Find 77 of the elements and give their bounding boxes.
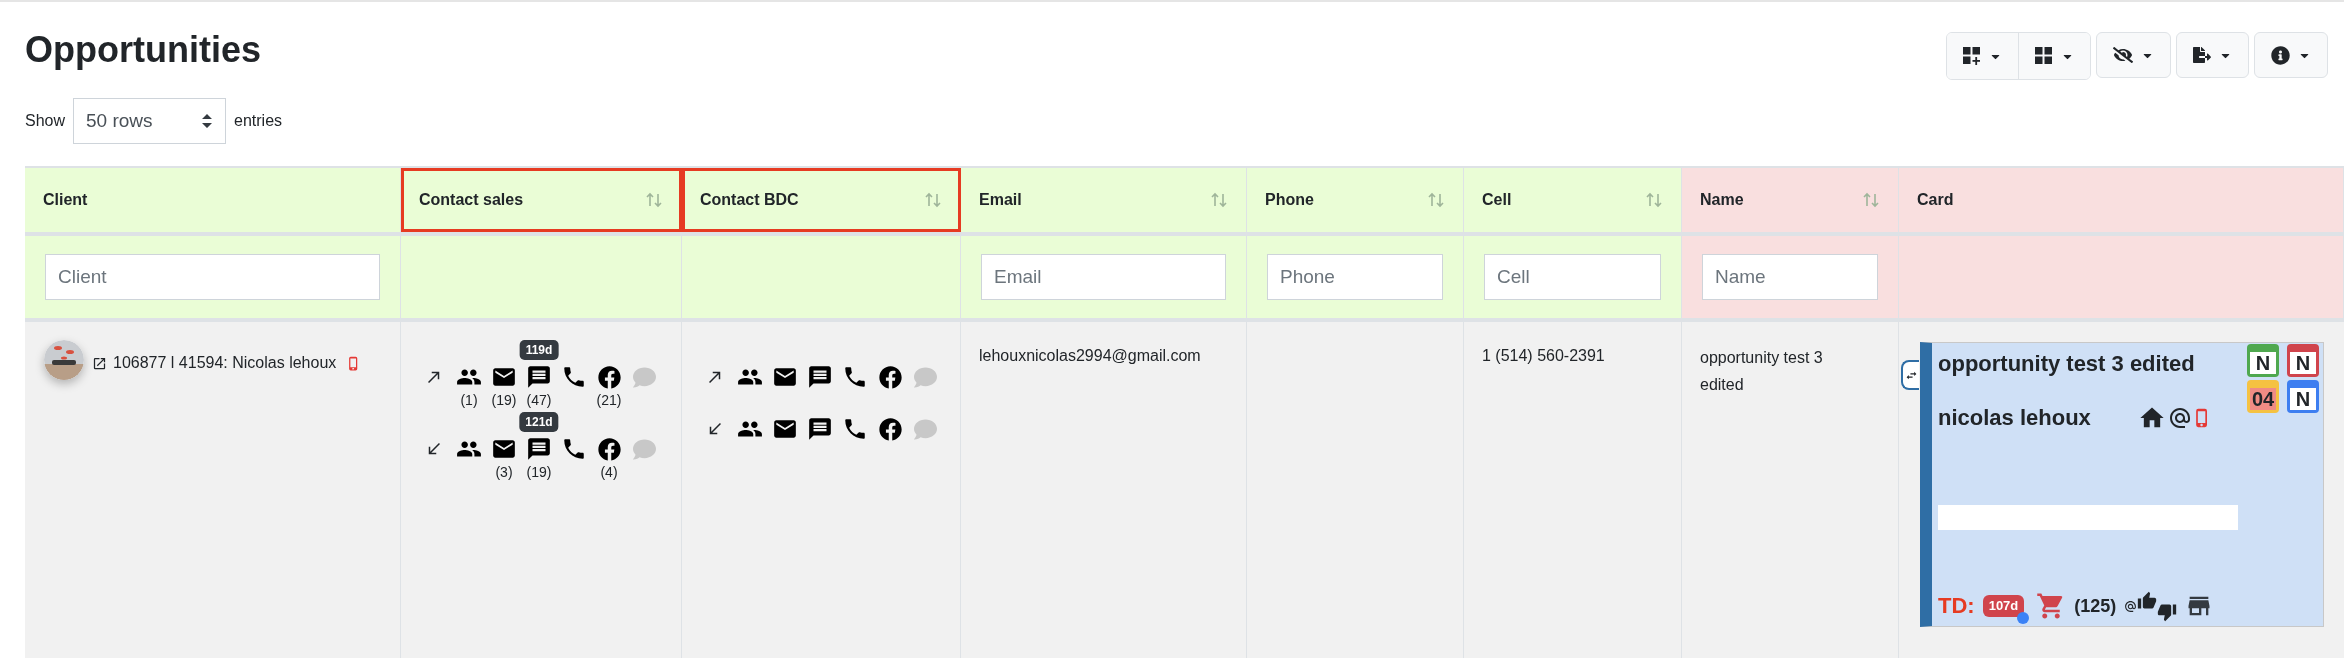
column-header[interactable]: Phone: [1247, 168, 1464, 232]
rows-select[interactable]: 50 rows: [73, 98, 227, 144]
facebook-icon[interactable]: [878, 365, 902, 389]
calendar-icon[interactable]: N: [2287, 344, 2319, 377]
grid-icon: [2035, 47, 2053, 65]
phone-icon[interactable]: [842, 364, 868, 390]
filter-field[interactable]: Client: [45, 254, 380, 300]
column-header[interactable]: Card: [1899, 168, 2344, 232]
add-widget-button[interactable]: [1947, 33, 2019, 79]
facebook-icon[interactable]: [597, 365, 621, 389]
client-name: nicolas lehoux: [1938, 404, 2092, 432]
column-header[interactable]: Name: [1682, 168, 1899, 232]
column-title: Card: [1917, 190, 1954, 210]
file-export-icon: [2193, 46, 2211, 64]
thumbs-down-icon[interactable]: [2157, 602, 2178, 622]
eye-slash-icon: [2113, 45, 2133, 65]
hide-columns-button[interactable]: [2096, 32, 2171, 78]
column-title: Name: [1700, 190, 1744, 210]
grid-plus-icon: [1963, 47, 1981, 65]
card-title: opportunity test 3 edited: [1938, 350, 2196, 378]
message-icon[interactable]: [807, 364, 833, 390]
cart-count: (125): [2074, 594, 2117, 618]
column-title: Contact BDC: [700, 190, 799, 210]
facebook-icon[interactable]: [878, 417, 902, 441]
days-badge[interactable]: 107d: [1982, 595, 2025, 617]
message-icon[interactable]: [807, 416, 833, 442]
count-label: (19): [491, 391, 517, 410]
show-label: Show: [25, 111, 66, 131]
column-header[interactable]: Contact BDC: [682, 168, 961, 232]
at-sign-icon[interactable]: [2168, 406, 2192, 430]
calendar-icon[interactable]: 04: [2247, 380, 2279, 413]
column-header[interactable]: Cell: [1464, 168, 1682, 232]
count-label: (21): [596, 391, 622, 410]
count-label: (1): [460, 391, 478, 410]
phone-icon[interactable]: [842, 416, 868, 442]
export-button[interactable]: [2176, 32, 2249, 78]
count-label: (19): [526, 463, 552, 482]
opportunity-name: opportunity test 3 edited: [1700, 348, 1824, 395]
td-label: TD:: [1938, 592, 1975, 618]
cell-text: 1 (514) 560-2391: [1482, 347, 1605, 364]
column-header[interactable]: Client: [25, 168, 401, 232]
info-icon: [2271, 45, 2290, 65]
thumbs-up-icon[interactable]: [2137, 591, 2158, 611]
filter-field[interactable]: Name: [1702, 254, 1878, 300]
count-label: (4): [600, 463, 618, 482]
calendar-icon[interactable]: N: [2287, 380, 2319, 413]
column-title: Phone: [1265, 190, 1314, 210]
page-title: Opportunities: [25, 28, 261, 72]
filter-field[interactable]: Cell: [1484, 254, 1661, 300]
count-label: (3): [495, 463, 513, 482]
sort-arrows-icon: [201, 112, 214, 130]
column-title: Client: [43, 190, 88, 210]
opportunity-card[interactable]: opportunity test 3 edited nicolas lehoux TD: 107d (125) N N 04 N: [1920, 342, 2324, 627]
external-link-icon[interactable]: [92, 355, 107, 371]
column-header[interactable]: Contact sales: [401, 168, 682, 232]
filter-field[interactable]: Email: [981, 254, 1226, 300]
swap-handle[interactable]: [1901, 360, 1919, 390]
phone-icon[interactable]: [561, 364, 587, 390]
days-badge: 119d: [519, 340, 559, 360]
info-button[interactable]: [2254, 32, 2328, 78]
filter-field[interactable]: Phone: [1267, 254, 1443, 300]
column-title: Email: [979, 190, 1022, 210]
layout-button[interactable]: [2019, 33, 2090, 79]
entries-label: entries: [234, 111, 283, 131]
facebook-icon[interactable]: [597, 437, 621, 461]
message-icon[interactable]: [526, 364, 552, 390]
at-sign-icon: [2124, 599, 2138, 613]
client-link[interactable]: 106877 l 41594: Nicolas lehoux: [113, 351, 337, 375]
column-title: Contact sales: [419, 190, 524, 210]
days-badge: 121d: [519, 412, 559, 432]
count-label: (47): [526, 391, 552, 410]
column-title: Cell: [1482, 190, 1512, 210]
phone-icon[interactable]: [561, 436, 587, 462]
column-header[interactable]: Email: [961, 168, 1247, 232]
email-text: lehouxnicolas2994@gmail.com: [979, 347, 1201, 364]
message-icon[interactable]: [526, 436, 552, 462]
calendar-icon[interactable]: N: [2247, 344, 2279, 377]
